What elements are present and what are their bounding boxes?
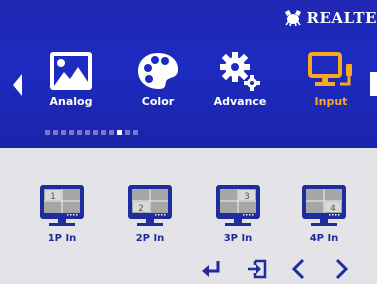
- submenu-label-1p-in: 1P In: [47, 233, 77, 244]
- page-dot: [85, 130, 90, 135]
- submenu-item-3p-in[interactable]: 3 3P In: [213, 184, 263, 244]
- enter-icon[interactable]: [200, 258, 222, 280]
- input-monitor-icon: [308, 52, 352, 86]
- realtek-crab-icon: [284, 10, 301, 27]
- menu-label-analog: Analog: [49, 95, 93, 108]
- page-indicator: [45, 130, 138, 135]
- submenu-item-4p-in[interactable]: 4 4P In: [299, 184, 349, 244]
- page-dot: [133, 130, 138, 135]
- page-dot: [45, 130, 50, 135]
- color-palette-icon: [138, 53, 179, 89]
- menu-label-advance: Advance: [213, 95, 267, 108]
- page-dot: [101, 130, 106, 135]
- chevron-left-icon[interactable]: [288, 258, 310, 280]
- submenu-label-4p-in: 4P In: [309, 233, 339, 244]
- page-dot: [77, 130, 82, 135]
- page-dot: [53, 130, 58, 135]
- submenu-label-3p-in: 3P In: [223, 233, 253, 244]
- chevron-right-icon[interactable]: [330, 258, 352, 280]
- triangle-left-icon[interactable]: [13, 74, 23, 96]
- brand-logo: REALTE: [283, 7, 377, 29]
- menu-item-input[interactable]: Input: [300, 50, 362, 108]
- quad-monitor-icon: 4: [302, 185, 346, 226]
- submenu-item-2p-in[interactable]: 2 2P In: [125, 184, 175, 244]
- quad-monitor-icon: 1: [40, 185, 84, 226]
- cut-off-icon[interactable]: [370, 72, 377, 96]
- gear-icon: [220, 52, 260, 91]
- menu-label-input: Input: [314, 95, 348, 108]
- page-dot: [125, 130, 130, 135]
- quad-monitor-icon: 2: [128, 185, 172, 226]
- menu-label-color: Color: [141, 95, 175, 108]
- exit-icon[interactable]: [246, 258, 268, 280]
- page-dot: [109, 130, 114, 135]
- page-dot: [117, 130, 122, 135]
- quad-monitor-icon: 3: [216, 185, 260, 226]
- submenu-label-2p-in: 2P In: [135, 233, 165, 244]
- analog-picture-icon: [50, 52, 92, 90]
- menu-item-color[interactable]: Color: [127, 50, 189, 108]
- brand-text: REALTE: [306, 9, 377, 27]
- menu-item-advance[interactable]: Advance: [209, 50, 271, 108]
- menu-item-analog[interactable]: Analog: [40, 50, 102, 108]
- quad-number-4: 4: [330, 204, 336, 214]
- quad-number-2: 2: [138, 204, 144, 214]
- submenu-item-1p-in[interactable]: 1 1P In: [37, 184, 87, 244]
- page-dot: [69, 130, 74, 135]
- page-dot: [61, 130, 66, 135]
- page-dot: [93, 130, 98, 135]
